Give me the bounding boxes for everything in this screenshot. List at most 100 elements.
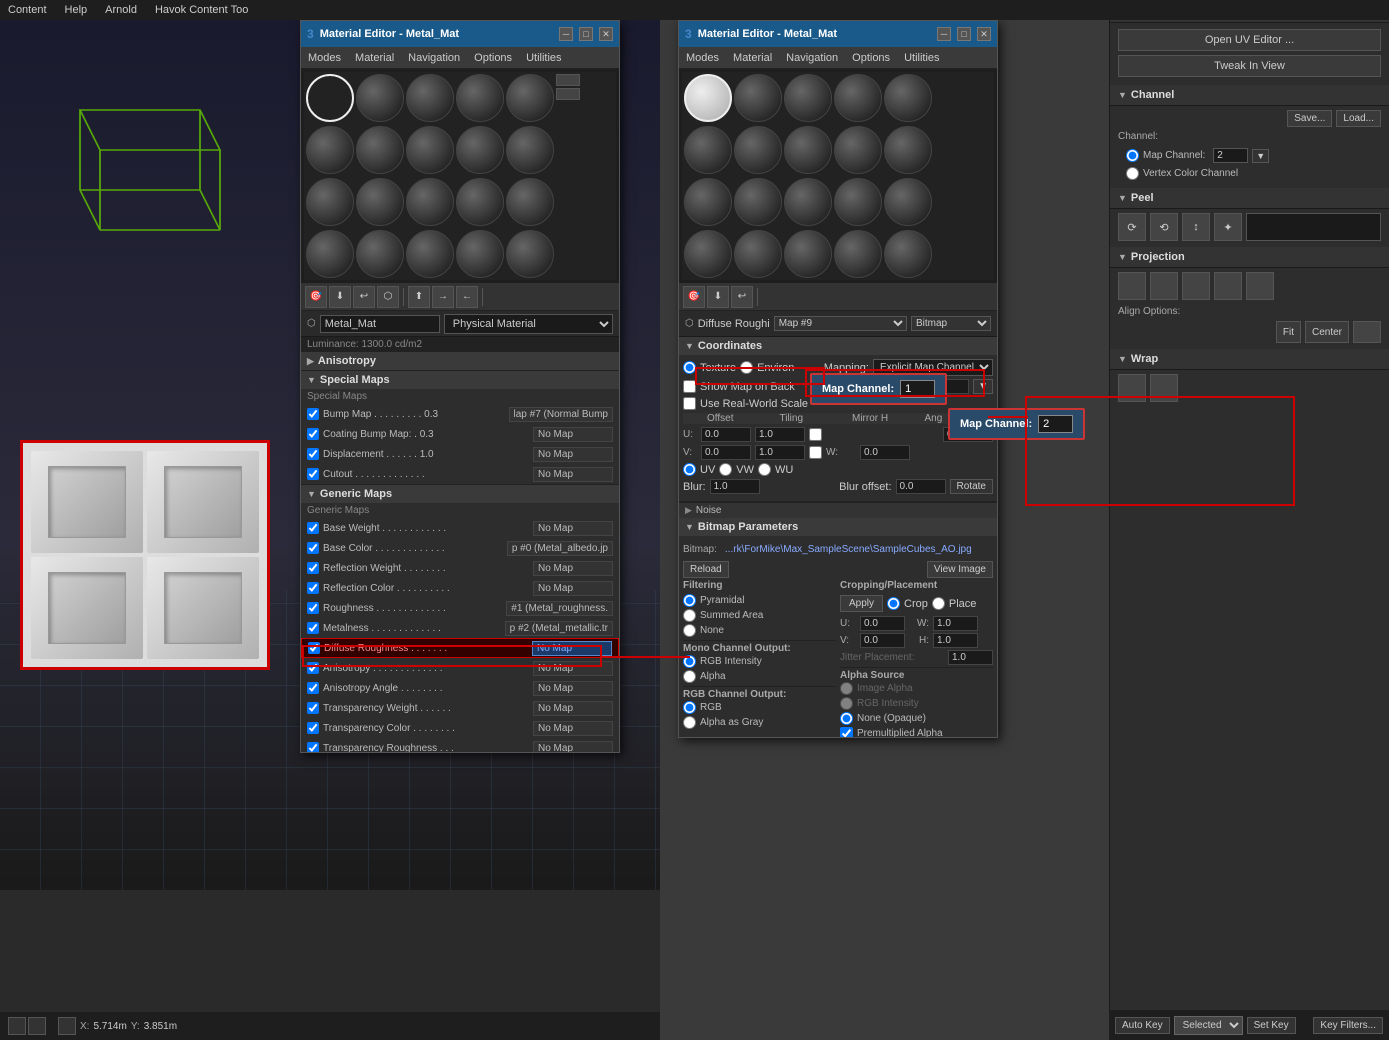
mat-ball-2-18[interactable]: [784, 230, 832, 278]
mat-ball-2-15[interactable]: [884, 178, 932, 226]
mat-ball-2-10[interactable]: [884, 126, 932, 174]
mat-editor-2-minimize[interactable]: ─: [937, 27, 951, 41]
view-image-btn[interactable]: View Image: [927, 561, 993, 578]
place-radio[interactable]: [932, 597, 945, 610]
base-color-checkbox[interactable]: [307, 542, 319, 554]
map-channel-popup-2-input[interactable]: [1038, 415, 1073, 433]
alpha-radio[interactable]: [683, 670, 696, 683]
mat-ball-2-3[interactable]: [784, 74, 832, 122]
reflection-weight-btn[interactable]: No Map: [533, 561, 613, 576]
mat-menu-2-options[interactable]: Options: [849, 52, 893, 64]
mat-menu-1-options[interactable]: Options: [471, 52, 515, 64]
displacement-btn[interactable]: No Map: [533, 447, 613, 462]
transparency-weight-btn[interactable]: No Map: [533, 701, 613, 716]
mat-menu-2-material[interactable]: Material: [730, 52, 775, 64]
special-maps-header[interactable]: ▼ Special Maps: [301, 371, 619, 389]
real-world-checkbox[interactable]: [683, 397, 696, 410]
metalness-btn[interactable]: p #2 (Metal_metallic.tr: [505, 621, 613, 636]
mat-ball-13[interactable]: [406, 178, 454, 226]
menu-content[interactable]: Content: [4, 4, 51, 16]
mat-ball-2-11[interactable]: [684, 178, 732, 226]
mat-ball-7[interactable]: [356, 126, 404, 174]
transparency-roughness-checkbox[interactable]: [307, 742, 319, 752]
map-type-select[interactable]: Bitmap: [911, 316, 991, 331]
grid-icon[interactable]: [58, 1017, 76, 1035]
key-selected-dropdown[interactable]: Selected: [1174, 1016, 1243, 1035]
mat-ball-2-6[interactable]: [684, 126, 732, 174]
mat-menu-1-utilities[interactable]: Utilities: [523, 52, 564, 64]
metalness-checkbox[interactable]: [307, 622, 319, 634]
v-offset-input[interactable]: [701, 445, 751, 460]
environ-radio[interactable]: [740, 361, 753, 374]
crop-w-input[interactable]: [933, 616, 978, 631]
menu-havok[interactable]: Havok Content Too: [151, 4, 252, 16]
mat-ball-2-14[interactable]: [834, 178, 882, 226]
anisotropy-map-checkbox[interactable]: [307, 662, 319, 674]
mat-ball-20[interactable]: [506, 230, 554, 278]
mat-ball-3[interactable]: [406, 74, 454, 122]
channel-map-channel-input[interactable]: [1213, 148, 1248, 163]
mat-tool-reset[interactable]: ↩: [353, 286, 375, 308]
image-alpha-radio[interactable]: [840, 682, 853, 695]
peel-header[interactable]: ▼ Peel: [1110, 188, 1389, 209]
mat-tool-nav-forward[interactable]: →: [432, 286, 454, 308]
wrap-header[interactable]: ▼ Wrap: [1110, 349, 1389, 370]
pyramidal-radio[interactable]: [683, 594, 696, 607]
mat-ball-2-4[interactable]: [834, 74, 882, 122]
blur-offset-input[interactable]: [896, 479, 946, 494]
premultiplied-checkbox[interactable]: [840, 727, 853, 737]
proj-sphere-btn[interactable]: [1182, 272, 1210, 300]
peel-btn-1[interactable]: ⟳: [1118, 213, 1146, 241]
cutout-btn[interactable]: No Map: [533, 467, 613, 482]
generic-maps-header[interactable]: ▼ Generic Maps: [301, 485, 619, 503]
mat-ball-8[interactable]: [406, 126, 454, 174]
texture-radio[interactable]: [683, 361, 696, 374]
channel-map-spin[interactable]: ▼: [1252, 149, 1269, 163]
coating-bump-checkbox[interactable]: [307, 428, 319, 440]
proj-cylinder-btn[interactable]: [1150, 272, 1178, 300]
mat-editor-1-close[interactable]: ✕: [599, 27, 613, 41]
wrap-btn-2[interactable]: [1150, 374, 1178, 402]
v-mirror-checkbox[interactable]: [809, 446, 822, 459]
peel-btn-4[interactable]: ✦: [1214, 213, 1242, 241]
rotate-btn[interactable]: Rotate: [950, 479, 993, 494]
mat-ball-2-19[interactable]: [834, 230, 882, 278]
noise-section[interactable]: ▶ Noise: [679, 502, 997, 518]
mat-tool-pick[interactable]: 🎯: [305, 286, 327, 308]
tweak-in-view-btn[interactable]: Tweak In View: [1118, 55, 1381, 77]
mat-tool-assign[interactable]: ⬇: [329, 286, 351, 308]
key-filters-btn[interactable]: Key Filters...: [1313, 1017, 1383, 1034]
mat-menu-2-modes[interactable]: Modes: [683, 52, 722, 64]
vertex-color-radio[interactable]: [1126, 167, 1139, 180]
mat-ball-2-9[interactable]: [834, 126, 882, 174]
map-number-select[interactable]: Map #9: [774, 316, 907, 331]
mat-ball-12[interactable]: [356, 178, 404, 226]
u-offset-input[interactable]: [701, 427, 751, 442]
mat-tool-nav-up[interactable]: ⬆: [408, 286, 430, 308]
mat-ball-14[interactable]: [456, 178, 504, 226]
mat-ball-2-2[interactable]: [734, 74, 782, 122]
mat-menu-2-navigation[interactable]: Navigation: [783, 52, 841, 64]
w-angle-input[interactable]: [860, 445, 910, 460]
bump-map-btn[interactable]: lap #7 (Normal Bump: [509, 407, 613, 422]
rgb-radio[interactable]: [683, 701, 696, 714]
diffuse-roughness-btn[interactable]: No Map: [532, 641, 612, 656]
base-color-btn[interactable]: p #0 (Metal_albedo.jp: [507, 541, 613, 556]
summed-area-radio[interactable]: [683, 609, 696, 622]
mat-type-select[interactable]: Physical Material: [444, 314, 613, 334]
menu-arnold[interactable]: Arnold: [101, 4, 141, 16]
base-weight-checkbox[interactable]: [307, 522, 319, 534]
proj-box-btn[interactable]: [1118, 272, 1146, 300]
anisotropy-angle-btn[interactable]: No Map: [533, 681, 613, 696]
anisotropy-angle-checkbox[interactable]: [307, 682, 319, 694]
menu-help[interactable]: Help: [61, 4, 92, 16]
set-key-btn[interactable]: Set Key: [1247, 1017, 1296, 1034]
none-opaque-radio[interactable]: [840, 712, 853, 725]
wrap-btn-1[interactable]: [1118, 374, 1146, 402]
mat-tool-2-reset[interactable]: ↩: [731, 286, 753, 308]
channel-load-btn[interactable]: Load...: [1336, 110, 1381, 127]
mat-menu-1-modes[interactable]: Modes: [305, 52, 344, 64]
mat-ball-17[interactable]: [356, 230, 404, 278]
bump-map-checkbox[interactable]: [307, 408, 319, 420]
mat-name-input[interactable]: [320, 315, 440, 333]
